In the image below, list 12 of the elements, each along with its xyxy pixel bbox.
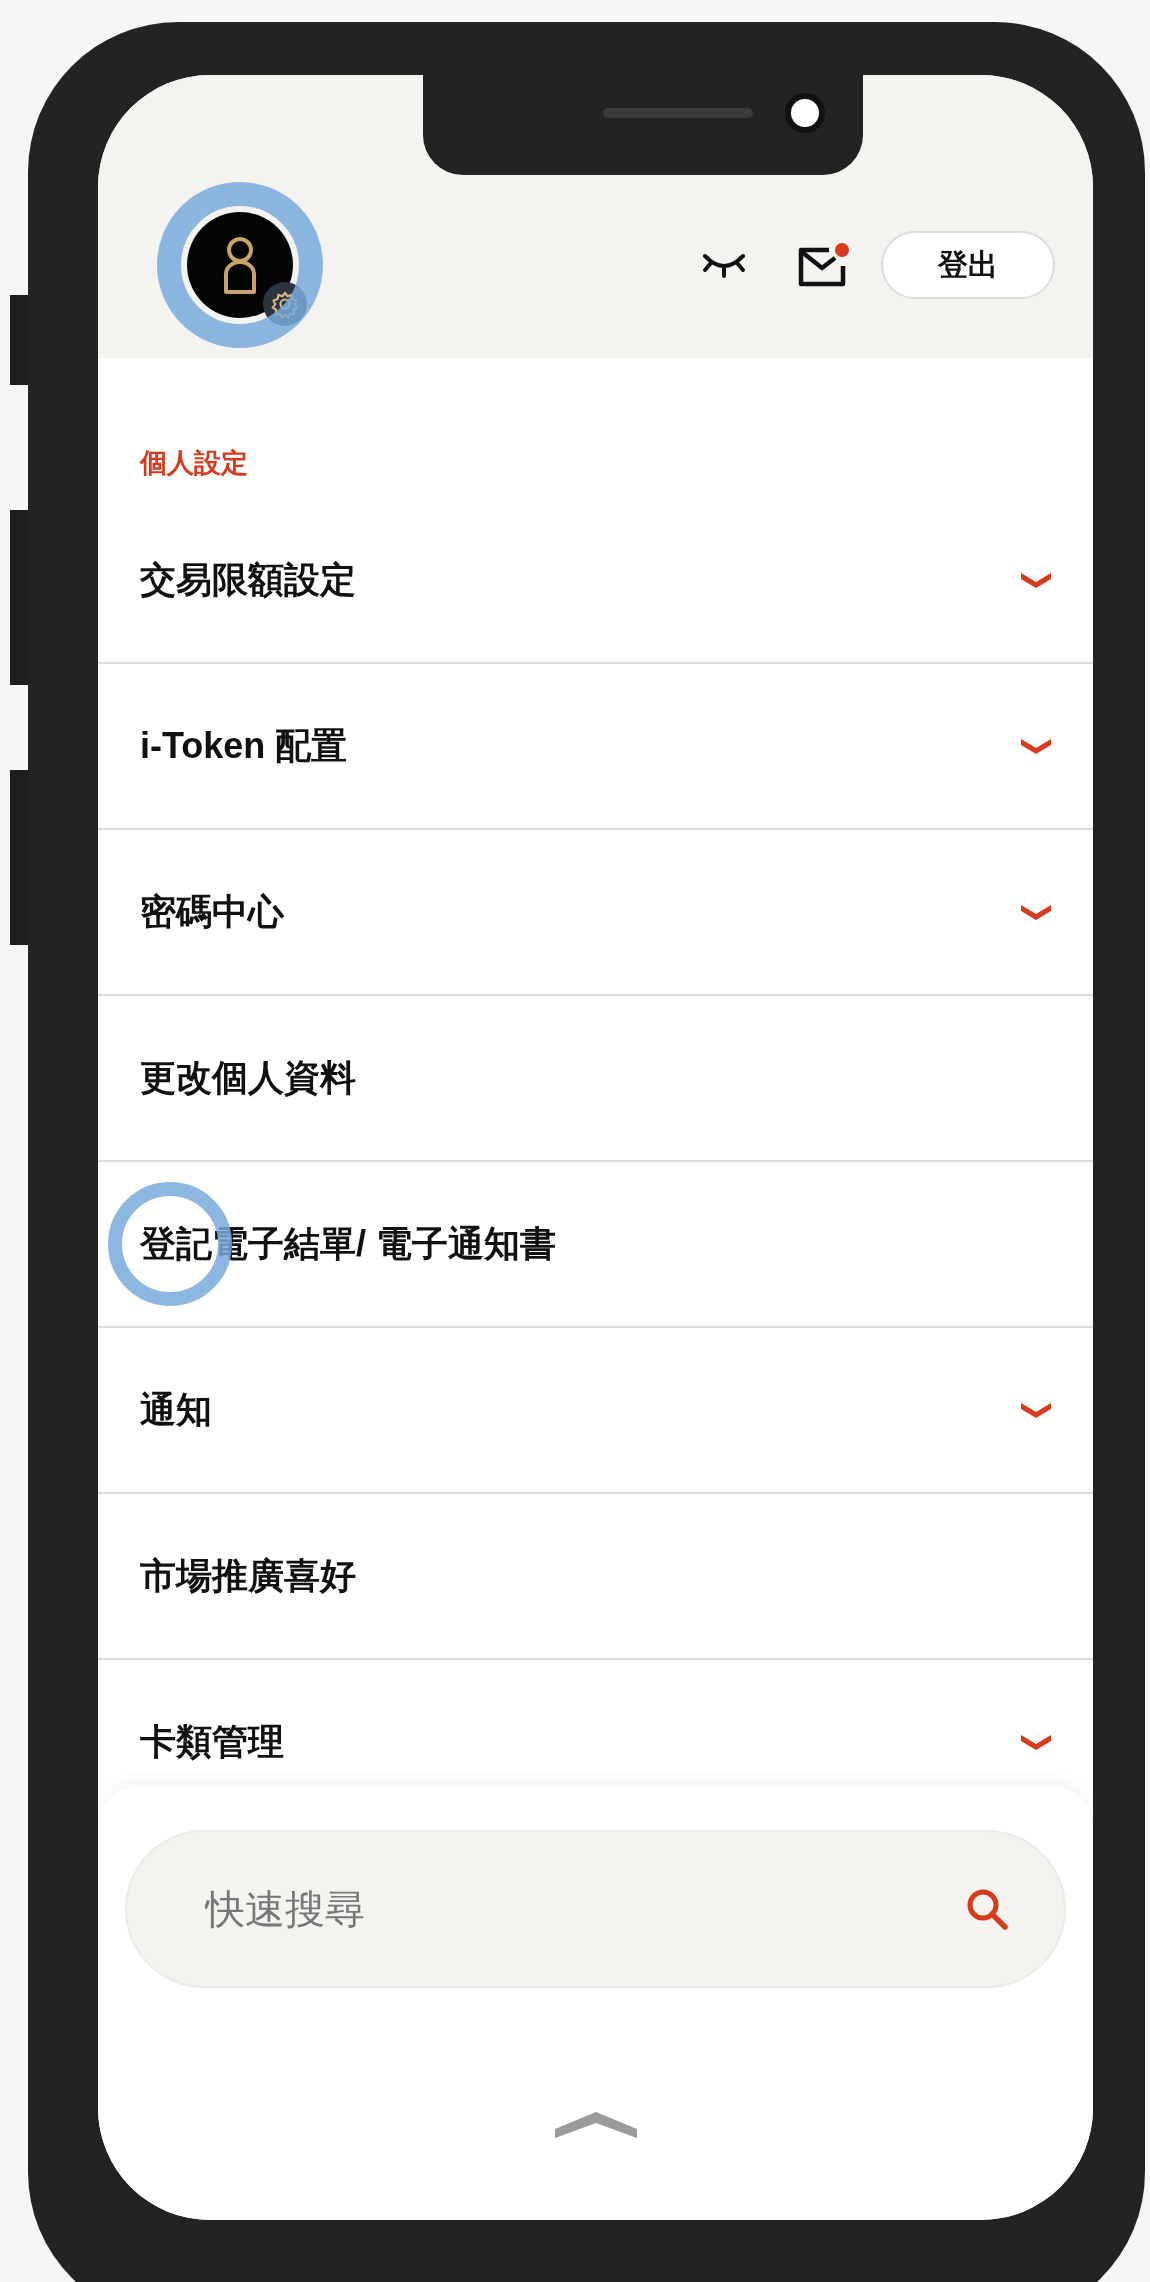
- menu-item[interactable]: 市場推廣喜好: [98, 1494, 1093, 1660]
- logout-button[interactable]: 登出: [881, 231, 1055, 299]
- chevron-up-icon[interactable]: [554, 2112, 637, 2138]
- mail-icon[interactable]: [797, 242, 851, 288]
- section-title: 個人設定: [138, 447, 249, 480]
- search-icon[interactable]: [965, 1887, 1009, 1931]
- menu-item[interactable]: 更改個人資料: [98, 996, 1093, 1162]
- menu-item[interactable]: 密碼中心: [98, 830, 1093, 996]
- menu-item[interactable]: 登記電子結單/ 電子通知書: [98, 1162, 1093, 1328]
- menu-item[interactable]: 通知: [98, 1328, 1093, 1494]
- menu-item[interactable]: i-Token 配置: [98, 664, 1093, 830]
- menu-item[interactable]: 交易限額設定: [98, 498, 1093, 664]
